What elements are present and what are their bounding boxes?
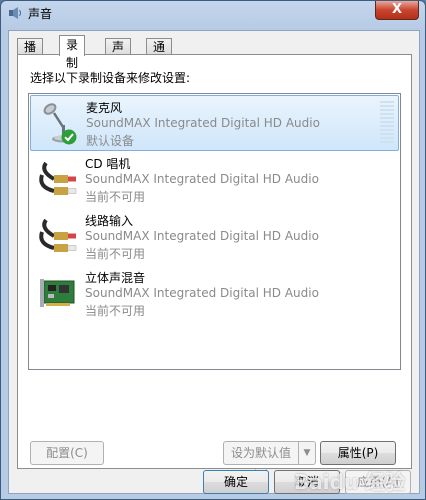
speaker-icon	[9, 7, 21, 19]
device-name: 立体声混音	[85, 271, 146, 285]
recording-tab-panel: 选择以下录制设备来修改设置: 麦克风 SoundMAX Integrated D…	[17, 54, 412, 482]
input-level-meter	[380, 101, 394, 145]
device-driver: SoundMAX Integrated Digital HD Audio	[86, 116, 320, 130]
list-item[interactable]: 线路输入 SoundMAX Integrated Digital HD Audi…	[30, 209, 399, 265]
tab-sounds[interactable]: 声音	[105, 38, 132, 70]
device-name: CD 唱机	[85, 157, 131, 171]
watermark: Baidu 经验	[293, 470, 405, 494]
window-title: 声音	[28, 7, 53, 21]
rca-cable-icon	[39, 218, 77, 252]
device-status: 当前不可用	[85, 304, 146, 318]
tab-communications[interactable]: 通信	[146, 38, 173, 70]
list-item[interactable]: 麦克风 SoundMAX Integrated Digital HD Audio…	[30, 95, 399, 151]
ok-button[interactable]: 确定	[203, 470, 269, 494]
sound-dialog: 声音 X 播放 录制 声音 通信 选择以下录制设备来修改设置:	[0, 0, 426, 500]
close-button[interactable]: X	[375, 1, 419, 20]
set-default-dropdown-arrow[interactable]: ▼	[298, 441, 316, 465]
device-name: 线路输入	[85, 214, 134, 228]
tab-recording[interactable]: 录制	[59, 35, 86, 70]
device-driver: SoundMAX Integrated Digital HD Audio	[85, 172, 319, 186]
device-name: 麦克风	[86, 101, 123, 115]
rca-cable-icon	[39, 161, 77, 195]
recording-device-list[interactable]: 麦克风 SoundMAX Integrated Digital HD Audio…	[28, 93, 401, 370]
device-driver: SoundMAX Integrated Digital HD Audio	[85, 229, 319, 243]
sound-card-icon	[40, 279, 75, 307]
dialog-client-area: 播放 录制 声音 通信 选择以下录制设备来修改设置:	[8, 30, 420, 494]
list-item[interactable]: CD 唱机 SoundMAX Integrated Digital HD Aud…	[30, 152, 399, 208]
device-driver: SoundMAX Integrated Digital HD Audio	[85, 286, 319, 300]
device-status: 当前不可用	[85, 247, 146, 261]
default-check-icon	[61, 129, 77, 145]
title-bar[interactable]: 声音 X	[1, 1, 425, 25]
device-status: 当前不可用	[85, 190, 146, 204]
configure-button[interactable]: 配置(C)	[30, 441, 104, 465]
device-status: 默认设备	[86, 134, 135, 148]
instruction-text: 选择以下录制设备来修改设置:	[30, 71, 191, 85]
tab-playback[interactable]: 播放	[17, 38, 44, 70]
list-item[interactable]: 立体声混音 SoundMAX Integrated Digital HD Aud…	[30, 266, 399, 322]
set-default-button[interactable]: 设为默认值(S)	[223, 441, 299, 482]
properties-button[interactable]: 属性(P)	[320, 441, 396, 465]
